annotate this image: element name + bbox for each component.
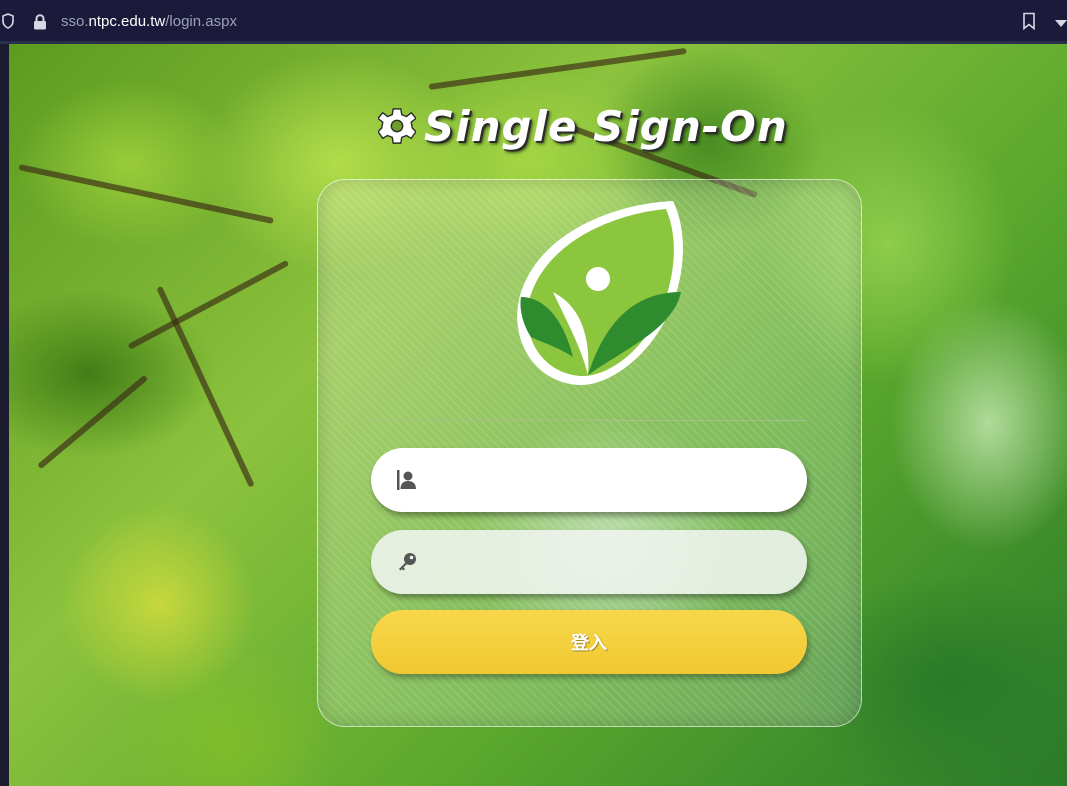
chevron-down-icon[interactable] xyxy=(1055,20,1067,27)
shield-icon[interactable] xyxy=(2,13,14,29)
lock-icon[interactable] xyxy=(33,14,47,30)
password-input[interactable] xyxy=(431,541,795,583)
login-button[interactable]: 登入 xyxy=(371,610,807,674)
user-icon xyxy=(397,470,416,490)
address-bar-url[interactable]: sso.ntpc.edu.tw/login.aspx xyxy=(61,13,237,30)
url-path: /login.aspx xyxy=(165,13,237,30)
browser-toolbar: sso.ntpc.edu.tw/login.aspx xyxy=(0,0,1067,44)
url-host: ntpc.edu.tw xyxy=(88,13,166,30)
page-title: Single Sign-On xyxy=(378,101,788,151)
password-field[interactable] xyxy=(371,530,807,594)
username-input[interactable] xyxy=(431,459,795,501)
key-icon xyxy=(399,553,416,571)
school-logo-icon xyxy=(517,201,683,386)
divider xyxy=(371,420,807,421)
username-field[interactable] xyxy=(371,448,807,512)
bookmark-icon[interactable] xyxy=(1022,12,1036,30)
url-prefix: sso. xyxy=(61,13,89,30)
gear-icon xyxy=(378,108,416,144)
title-text: Single Sign-On xyxy=(424,101,788,151)
